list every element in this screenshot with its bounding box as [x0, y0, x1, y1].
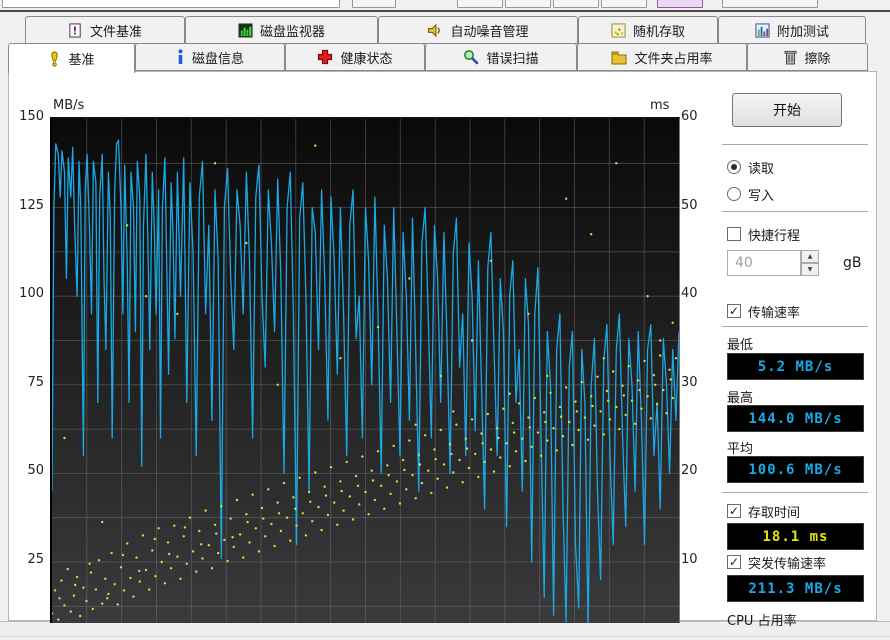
- toolbar-button-highlighted[interactable]: [657, 0, 703, 8]
- access-time-checkbox[interactable]: ✓ 存取时间: [727, 501, 800, 521]
- access-time-value: 18.1 ms: [727, 523, 864, 550]
- stepper-up-icon[interactable]: ▲: [801, 250, 819, 263]
- minimum-label: 最低: [727, 334, 753, 353]
- tab-extra-tests[interactable]: 附加测试: [718, 16, 866, 44]
- chart-plot-svg: [52, 119, 679, 623]
- disk-info-icon: [176, 49, 185, 65]
- write-radio[interactable]: 写入: [727, 184, 774, 204]
- left-axis-unit: MB/s: [53, 98, 84, 113]
- erase-icon: [784, 49, 797, 65]
- tab-label: 基准: [68, 49, 94, 68]
- toolbar-button-5[interactable]: [601, 0, 647, 8]
- axis-tick-label: 60: [681, 109, 717, 124]
- aam-speaker-icon: [427, 23, 443, 38]
- tab-label: 自动噪音管理: [450, 21, 528, 40]
- read-radio[interactable]: 读取: [727, 157, 774, 177]
- hd-tune-window: ! 文件基准 磁盘监视器 自动噪音管理 随机存取 附加测试 基准 磁盘信息 健康…: [0, 0, 890, 640]
- axis-tick-label: 150: [0, 109, 44, 124]
- file-benchmark-icon: !: [68, 23, 83, 38]
- tab-file-benchmark[interactable]: ! 文件基准: [25, 16, 185, 44]
- tab-label: 磁盘信息: [192, 48, 244, 67]
- tab-label: 随机存取: [633, 21, 685, 40]
- error-scan-icon: [463, 49, 479, 65]
- stepper-down-icon[interactable]: ▼: [801, 263, 819, 276]
- tab-label: 附加测试: [777, 21, 829, 40]
- right-axis-unit: ms: [650, 98, 669, 113]
- axis-tick-label: 40: [681, 286, 717, 301]
- axis-tick-label: 10: [681, 552, 717, 567]
- axis-tick-label: 30: [681, 375, 717, 390]
- axis-tick-label: 125: [0, 198, 44, 213]
- extra-tests-icon: [755, 23, 770, 38]
- disk-monitor-icon: [238, 23, 253, 38]
- tab-label: 健康状态: [340, 48, 392, 67]
- read-radio-label: 读取: [748, 158, 774, 177]
- axis-tick-label: 25: [0, 552, 44, 567]
- tab-disk-monitor[interactable]: 磁盘监视器: [185, 16, 378, 44]
- burst-rate-value: 211.3 MB/s: [727, 575, 864, 602]
- cpu-usage-label-clipped: CPU 占用率: [727, 610, 797, 629]
- capacity-value: 40: [735, 255, 753, 271]
- average-value: 100.6 MB/s: [727, 456, 864, 483]
- random-access-icon: [611, 23, 626, 38]
- toolbar-button-wide[interactable]: [722, 0, 818, 8]
- tab-random-access[interactable]: 随机存取: [578, 16, 718, 44]
- tab-label: 磁盘监视器: [260, 21, 325, 40]
- start-button[interactable]: 开始: [732, 93, 842, 127]
- tab-disk-info[interactable]: 磁盘信息: [135, 43, 285, 71]
- toolbar-button-3[interactable]: [505, 0, 551, 8]
- checkbox-checked-icon[interactable]: ✓: [727, 304, 741, 318]
- transfer-rate-label: 传输速率: [748, 302, 800, 321]
- axis-tick-label: 20: [681, 463, 717, 478]
- access-time-label: 存取时间: [748, 502, 800, 521]
- write-radio-label: 写入: [748, 185, 774, 204]
- folder-usage-icon: [611, 50, 627, 65]
- capacity-unit-label: gB: [843, 255, 862, 271]
- tab-benchmark[interactable]: 基准: [8, 43, 135, 73]
- tab-erase[interactable]: 擦除: [747, 43, 868, 71]
- health-icon: [317, 49, 333, 65]
- short-stroke-checkbox[interactable]: 快捷行程: [727, 224, 800, 244]
- capacity-input[interactable]: 40: [727, 250, 801, 276]
- transfer-rate-checkbox[interactable]: ✓ 传输速率: [727, 301, 800, 321]
- radio-selected-icon[interactable]: [727, 160, 741, 174]
- benchmark-icon: [48, 51, 61, 67]
- minimum-value: 5.2 MB/s: [727, 353, 864, 380]
- axis-tick-label: 50: [0, 463, 44, 478]
- tab-label: 文件夹占用率: [634, 48, 712, 67]
- tab-folder-usage[interactable]: 文件夹占用率: [577, 43, 747, 71]
- tab-error-scan[interactable]: 错误扫描: [425, 43, 577, 71]
- separator: [722, 492, 868, 493]
- capacity-stepper[interactable]: ▲ ▼: [801, 250, 819, 276]
- svg-text:!: !: [73, 25, 78, 37]
- checkbox-checked-icon[interactable]: ✓: [727, 555, 741, 569]
- axis-tick-label: 50: [681, 198, 717, 213]
- tab-label: 错误扫描: [486, 48, 538, 67]
- toolbar-divider: [0, 10, 890, 12]
- burst-rate-checkbox[interactable]: ✓ 突发传输速率: [727, 552, 826, 572]
- tab-health[interactable]: 健康状态: [285, 43, 425, 71]
- checkbox-checked-icon[interactable]: ✓: [727, 504, 741, 518]
- average-label: 平均: [727, 438, 753, 457]
- separator: [722, 211, 868, 212]
- separator: [722, 326, 868, 327]
- short-stroke-label: 快捷行程: [748, 225, 800, 244]
- maximum-label: 最高: [727, 387, 753, 406]
- tab-label: 擦除: [804, 48, 830, 67]
- toolbar-sliver: [0, 0, 890, 10]
- separator: [722, 144, 868, 145]
- drive-select-combobox[interactable]: [2, 0, 340, 8]
- toolbar-button-2[interactable]: [457, 0, 503, 8]
- toolbar-button-1[interactable]: [352, 0, 396, 8]
- tab-aam[interactable]: 自动噪音管理: [378, 16, 578, 44]
- maximum-value: 144.0 MB/s: [727, 405, 864, 432]
- benchmark-chart: [50, 117, 680, 623]
- tab-label: 文件基准: [90, 21, 142, 40]
- toolbar-button-4[interactable]: [553, 0, 599, 8]
- radio-unselected-icon[interactable]: [727, 187, 741, 201]
- axis-tick-label: 75: [0, 375, 44, 390]
- burst-rate-label: 突发传输速率: [748, 553, 826, 572]
- checkbox-unchecked-icon[interactable]: [727, 227, 741, 241]
- axis-tick-label: 100: [0, 286, 44, 301]
